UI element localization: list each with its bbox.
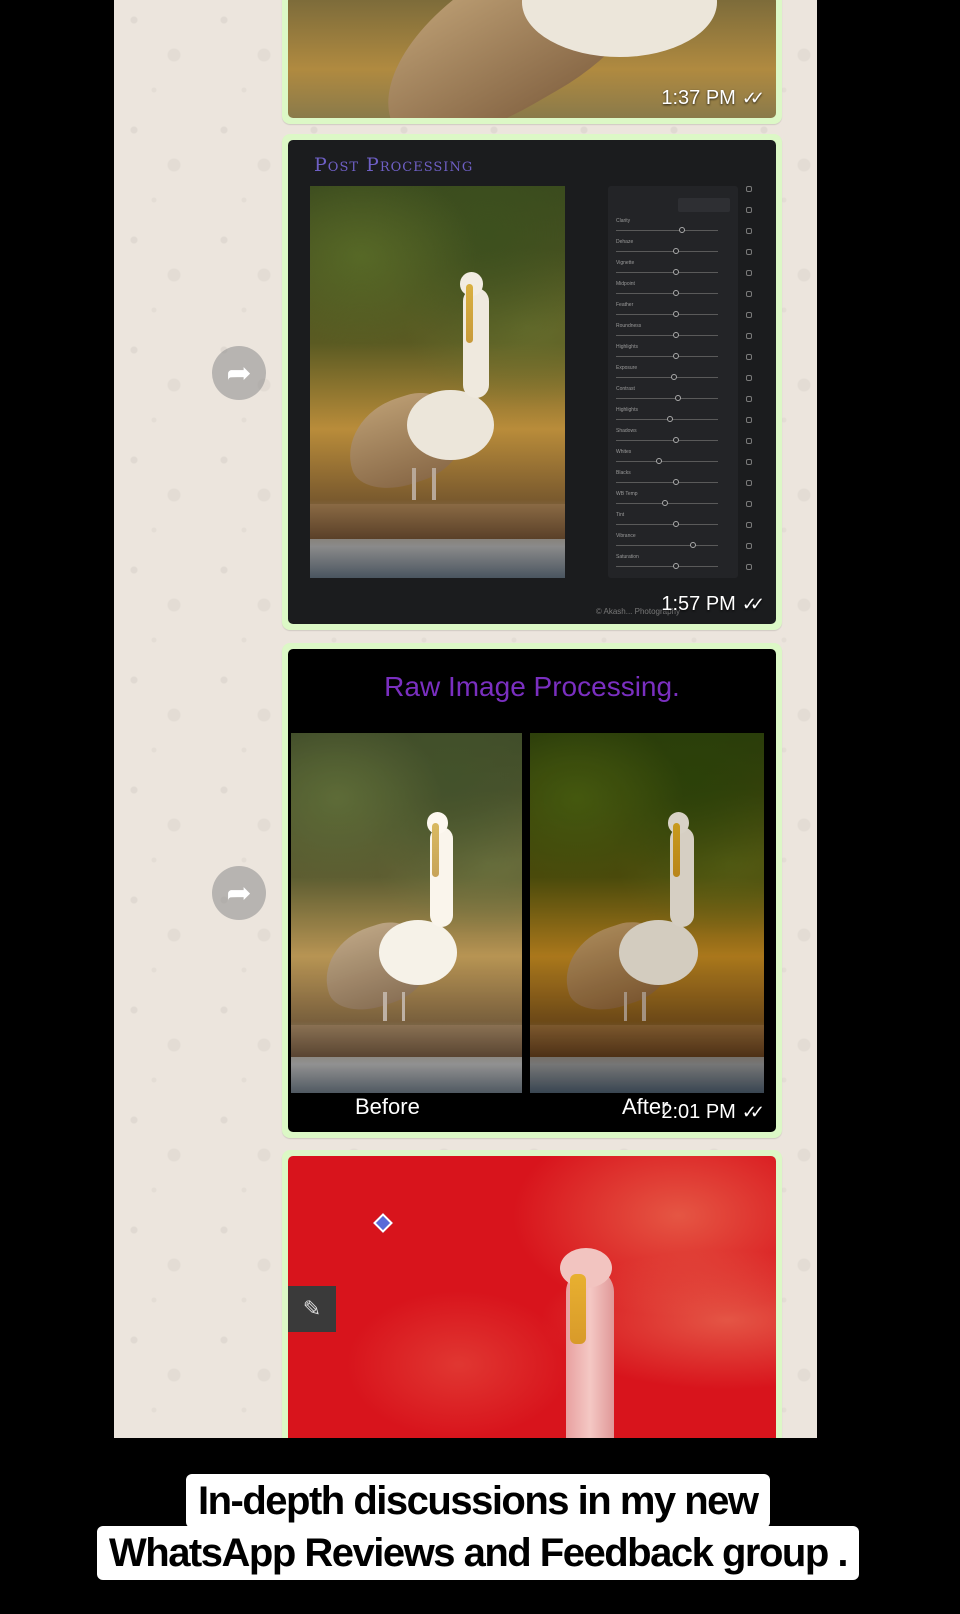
chat-background: 1:37 PM ✓✓ ➦ Post Processing Clarity Deh… <box>114 0 817 1438</box>
message-timestamp: 1:37 PM ✓✓ <box>661 87 765 110</box>
slider-knob <box>690 542 697 548</box>
adjustment-slider: Feather <box>616 302 730 323</box>
caption-line-1: In-depth discussions in my new <box>186 1474 770 1528</box>
slider-label: Vignette <box>616 260 635 266</box>
slider-knob <box>675 395 682 401</box>
read-receipt-icon: ✓✓ <box>741 594 765 614</box>
adjustment-slider: Vibrance <box>616 533 730 554</box>
slider-label: Feather <box>616 302 634 308</box>
message-timestamp: 2:01 PM ✓✓ <box>661 1101 765 1124</box>
slider-track <box>616 335 718 336</box>
slider-label: WB Temp <box>616 491 638 497</box>
before-photo <box>291 733 522 1093</box>
slider-knob <box>673 437 679 443</box>
slider-label: Saturation <box>616 554 639 560</box>
slider-knob <box>670 374 677 380</box>
slider-knob <box>673 269 679 275</box>
slider-track <box>616 356 718 357</box>
adjustment-slider: Roundness <box>616 323 730 344</box>
slider-track <box>616 440 718 441</box>
message-timestamp: 1:57 PM ✓✓ <box>661 593 765 616</box>
slider-list: Clarity Dehaze Vignette Midpoint Feather Roun… <box>616 218 730 575</box>
slider-knob <box>661 500 668 506</box>
adjustment-slider: Tint <box>616 512 730 533</box>
adjustment-slider: Exposure <box>616 365 730 386</box>
slider-track <box>616 293 718 294</box>
post-processing-title: Post Processing <box>314 154 474 176</box>
slider-track <box>616 272 718 273</box>
image-message-1[interactable]: 1:37 PM ✓✓ <box>282 0 782 124</box>
slider-label: Blacks <box>616 470 631 476</box>
image-message-2[interactable]: Post Processing Clarity Dehaze Vignette Mid… <box>282 134 782 630</box>
adjustment-slider: WB Temp <box>616 491 730 512</box>
adjustment-slider: Dehaze <box>616 239 730 260</box>
brush-icon[interactable]: ✎ <box>288 1286 336 1332</box>
slider-label: Highlights <box>616 407 638 413</box>
slider-label: Vibrance <box>616 533 636 539</box>
slider-knob <box>673 290 679 296</box>
slider-knob <box>673 332 679 338</box>
slider-label: Exposure <box>616 365 638 371</box>
pelican-beak <box>570 1274 586 1344</box>
slider-knob <box>673 563 679 569</box>
slider-track <box>616 230 718 231</box>
slider-track <box>616 482 718 483</box>
adjustment-slider: Highlights <box>616 344 730 365</box>
raw-processing-image[interactable]: Raw Image Processing. Before After 2:01 … <box>288 649 776 1132</box>
mask-overlay-image[interactable]: ✎ <box>288 1156 776 1438</box>
adjustment-slider: Midpoint <box>616 281 730 302</box>
adjustment-slider: Contrast <box>616 386 730 407</box>
after-photo <box>530 733 764 1093</box>
slider-knob <box>667 416 674 422</box>
pelican-photo <box>310 186 565 578</box>
adjustment-slider: Saturation <box>616 554 730 575</box>
slider-label: Shadows <box>616 428 637 434</box>
slider-label: Dehaze <box>616 239 634 245</box>
raw-processing-title: Raw Image Processing. <box>384 671 680 702</box>
adjustment-slider: Clarity <box>616 218 730 239</box>
slider-label: Whites <box>616 449 632 455</box>
slider-label: Highlights <box>616 344 638 350</box>
slider-label: Clarity <box>616 218 631 224</box>
adjustment-slider: Highlights <box>616 407 730 428</box>
slider-knob <box>655 458 662 464</box>
slider-knob <box>673 521 679 527</box>
lightroom-adjustment-panel: Clarity Dehaze Vignette Midpoint Feather Roun… <box>608 186 752 578</box>
tool-icons <box>742 186 756 585</box>
adjustment-slider: Vignette <box>616 260 730 281</box>
caption-line-2: WhatsApp Reviews and Feedback group . <box>97 1526 859 1580</box>
pelican-head <box>560 1248 612 1288</box>
slider-label: Midpoint <box>616 281 635 287</box>
slider-label: Contrast <box>616 386 635 392</box>
adjustment-slider: Blacks <box>616 470 730 491</box>
diamond-pin-icon[interactable] <box>373 1213 393 1233</box>
read-receipt-icon: ✓✓ <box>741 88 765 108</box>
pelican-photo[interactable]: 1:37 PM ✓✓ <box>288 0 776 118</box>
slider-knob <box>678 227 685 233</box>
slider-track <box>616 545 718 546</box>
slider-track <box>616 398 718 399</box>
slider-knob <box>673 353 679 359</box>
slider-track <box>616 566 718 567</box>
adjustment-slider: Whites <box>616 449 730 470</box>
slider-track <box>616 524 718 525</box>
panel-header <box>678 198 730 212</box>
slider-knob <box>673 311 679 317</box>
read-receipt-icon: ✓✓ <box>741 1102 765 1122</box>
slider-track <box>616 251 718 252</box>
image-message-4[interactable]: ✎ <box>282 1150 782 1438</box>
slider-track <box>616 377 718 378</box>
slider-knob <box>673 479 679 485</box>
slider-label: Tint <box>616 512 625 518</box>
slider-label: Roundness <box>616 323 642 329</box>
image-message-3[interactable]: Raw Image Processing. Before After 2:01 … <box>282 643 782 1138</box>
slider-track <box>616 461 718 462</box>
slider-track <box>616 314 718 315</box>
adjustment-slider: Shadows <box>616 428 730 449</box>
forward-arrow-icon[interactable]: ➦ <box>212 346 266 400</box>
before-label: Before <box>355 1094 420 1119</box>
slider-knob <box>673 248 679 254</box>
post-processing-image[interactable]: Post Processing Clarity Dehaze Vignette Mid… <box>288 140 776 624</box>
forward-arrow-icon[interactable]: ➦ <box>212 866 266 920</box>
